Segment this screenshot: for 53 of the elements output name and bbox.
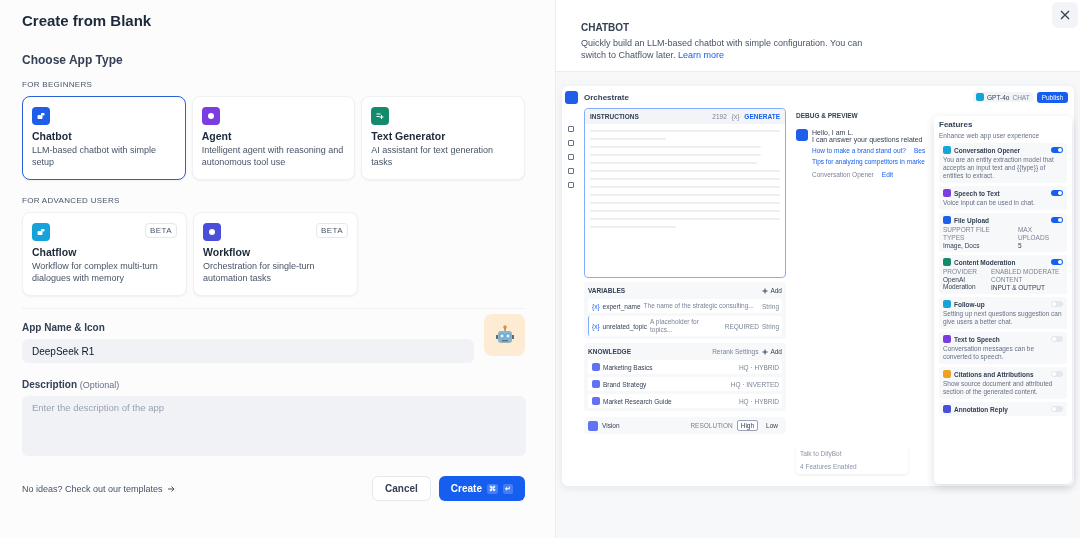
feature-toggle[interactable]: [1051, 190, 1063, 196]
feature-toggle[interactable]: [1051, 217, 1063, 223]
app-type-card[interactable]: BETA Chatflow Workflow for complex multi-turn dialogues with memory: [22, 212, 187, 296]
feature-toggle[interactable]: [1051, 147, 1063, 153]
app-logo-icon: [564, 91, 578, 104]
feature-toggle[interactable]: [1051, 406, 1063, 412]
app-type-description: Intelligent agent with reasoning and autonomous tool use: [201, 144, 345, 168]
templates-link[interactable]: No ideas? Check out our templates: [22, 483, 175, 494]
nav-icon[interactable]: [568, 126, 574, 132]
app-type-card[interactable]: Chatbot LLM-based chatbot with simple setup: [22, 96, 186, 180]
plus-icon: [762, 287, 769, 294]
group-label: FOR BEGINNERS: [22, 80, 94, 89]
beta-badge: BETA: [316, 223, 348, 238]
close-icon: [1059, 9, 1071, 21]
beta-badge: BETA: [145, 223, 177, 238]
section-title: Choose App Type: [22, 53, 124, 67]
app-type-title: Chatflow: [32, 246, 78, 258]
plus-icon: [762, 348, 769, 355]
preview-title: CHATBOT: [581, 22, 631, 33]
feature-toggle[interactable]: [1051, 336, 1063, 342]
app-type-title: Workflow: [203, 246, 252, 258]
app-type-description: LLM-based chatbot with simple setup: [32, 144, 158, 168]
nav-icon[interactable]: [568, 182, 574, 188]
cancel-button[interactable]: Cancel: [372, 476, 431, 501]
app-type-title: Agent: [201, 130, 233, 142]
app-type-description: Workflow for complex multi-turn dialogues with memory: [32, 260, 159, 284]
arrow-icon: [166, 484, 175, 493]
feature-toggle[interactable]: [1051, 259, 1063, 265]
close-button[interactable]: [1052, 2, 1078, 28]
app-type-title: Text Generator: [371, 130, 447, 142]
nav-icon[interactable]: [568, 154, 574, 160]
field-label: App Name & Icon: [22, 322, 106, 333]
learn-more-link[interactable]: Learn more: [678, 50, 725, 60]
preview-description: Quickly build an LLM-based chatbot with simple configuration. You can switch to Chatflow later. Learn more: [581, 37, 864, 61]
app-type-title: Chatbot: [32, 130, 73, 142]
field-label: Description (Optional): [22, 379, 121, 390]
app-type-description: AI assistant for text generation tasks: [371, 144, 494, 168]
app-type-description: Orchestration for single-turn automation tasks: [203, 260, 316, 284]
nav-icon[interactable]: [568, 168, 574, 174]
description-field[interactable]: Enter the description of the app: [22, 396, 526, 456]
features-title: Features: [939, 120, 974, 129]
bot-avatar: [796, 129, 808, 141]
orchestrate-title: Orchestrate: [584, 91, 630, 104]
dialog-title: Create from Blank: [22, 12, 153, 31]
app-type-card[interactable]: BETA Workflow Orchestration for single-turn automation tasks: [193, 212, 358, 296]
robot-icon: [493, 324, 516, 346]
nav-icon[interactable]: [568, 140, 574, 146]
group-label: FOR ADVANCED USERS: [22, 196, 121, 205]
feature-toggle[interactable]: [1051, 371, 1063, 377]
app-type-card[interactable]: Text Generator AI assistant for text generation tasks: [361, 96, 525, 180]
feature-toggle[interactable]: [1051, 301, 1063, 307]
app-name-field[interactable]: DeepSeek R1: [22, 339, 474, 363]
app-type-card[interactable]: Agent Intelligent agent with reasoning and autonomous tool use: [191, 96, 356, 180]
